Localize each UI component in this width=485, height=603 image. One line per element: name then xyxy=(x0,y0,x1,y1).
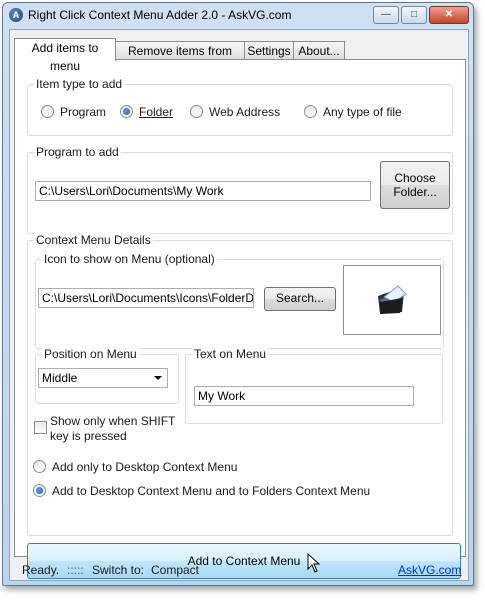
program-path-input[interactable]: C:\Users\Lori\Documents\My Work xyxy=(35,181,371,201)
item-type-group: Item type to add Program Folder Web Addr… xyxy=(27,77,453,136)
minimize-button[interactable]: — xyxy=(373,6,399,24)
radio-program-label: Program xyxy=(60,105,107,119)
tab-add-items[interactable]: Add items to menu xyxy=(14,38,116,73)
context-details-label: Context Menu Details xyxy=(34,233,153,247)
item-type-label: Item type to add xyxy=(34,77,125,91)
radio-circle xyxy=(33,460,46,473)
grip-handle[interactable]: ::::: xyxy=(67,563,84,577)
title-bar[interactable]: A Right Click Context Menu Adder 2.0 - A… xyxy=(3,3,473,29)
radio-desktop-only-label: Add only to Desktop Context Menu xyxy=(52,460,238,474)
folder-documents-icon xyxy=(378,285,407,314)
program-label: Program to add xyxy=(34,145,121,159)
tab-about[interactable]: About... xyxy=(293,41,345,60)
chevron-down-icon xyxy=(154,376,162,380)
radio-any-file-label: Any type of file xyxy=(323,105,402,119)
position-value: Middle xyxy=(42,371,78,385)
window-title: Right Click Context Menu Adder 2.0 - Ask… xyxy=(28,8,292,22)
position-dropdown[interactable]: Middle xyxy=(38,368,168,388)
radio-web-address-label: Web Address xyxy=(209,105,281,119)
shift-label-line1: Show only when SHIFT xyxy=(50,414,176,428)
position-group: Position on Menu Middle xyxy=(35,347,179,404)
icon-group: Icon to show on Menu (optional) C:\Users… xyxy=(35,252,444,349)
askvg-link[interactable]: AskVG.com xyxy=(398,563,461,577)
icon-path-input[interactable]: C:\Users\Lori\Documents\Icons\FolderDocu xyxy=(38,288,254,308)
menu-text-input[interactable]: My Work xyxy=(194,386,414,406)
radio-any-file[interactable]: Any type of file xyxy=(304,105,402,119)
client-area: Add items to menu Remove items from menu… xyxy=(9,29,469,581)
maximize-icon: □ xyxy=(410,9,418,20)
icon-preview xyxy=(343,265,441,335)
shift-checkbox-label: Show only when SHIFT key is pressed xyxy=(50,414,175,444)
compact-mode-link[interactable]: Compact xyxy=(151,563,199,577)
app-window: A Right Click Context Menu Adder 2.0 - A… xyxy=(2,2,474,586)
choose-folder-line1: Choose xyxy=(394,171,436,185)
maximize-button[interactable]: □ xyxy=(401,6,427,24)
close-icon: ✕ xyxy=(444,9,454,20)
icon-group-label: Icon to show on Menu (optional) xyxy=(42,252,217,266)
mouse-cursor-icon xyxy=(307,553,321,573)
shift-checkbox[interactable] xyxy=(34,421,47,434)
tab-remove-items[interactable]: Remove items from menu xyxy=(115,41,245,76)
radio-circle xyxy=(190,105,203,118)
askvg-logo-icon: A xyxy=(9,8,23,22)
minimize-icon: — xyxy=(381,9,391,20)
choose-folder-button[interactable]: Choose Folder... xyxy=(380,161,450,209)
radio-folder[interactable]: Folder xyxy=(120,105,173,119)
radio-circle xyxy=(41,105,54,118)
status-ready: Ready. xyxy=(22,563,60,577)
radio-web-address[interactable]: Web Address xyxy=(190,105,280,119)
radio-desktop-and-folders[interactable]: Add to Desktop Context Menu and to Folde… xyxy=(33,484,370,498)
radio-desktop-and-folders-label: Add to Desktop Context Menu and to Folde… xyxy=(52,484,371,498)
search-icon-button[interactable]: Search... xyxy=(264,287,336,311)
choose-folder-line2: Folder... xyxy=(393,185,437,199)
shift-label-line2: key is pressed xyxy=(50,429,127,443)
text-group: Text on Menu My Work xyxy=(185,347,443,424)
tab-settings[interactable]: Settings xyxy=(244,41,294,60)
add-items-panel: Item type to add Program Folder Web Addr… xyxy=(14,59,466,579)
radio-folder-label: Folder xyxy=(139,105,174,119)
radio-program[interactable]: Program xyxy=(41,105,106,119)
context-details-group: Context Menu Details Icon to show on Men… xyxy=(27,233,453,536)
program-group: Program to add C:\Users\Lori\Documents\M… xyxy=(27,145,453,234)
switch-to-label: Switch to: xyxy=(92,563,145,577)
close-button[interactable]: ✕ xyxy=(429,6,469,24)
radio-circle-selected xyxy=(120,105,133,118)
text-label: Text on Menu xyxy=(192,347,269,361)
position-label: Position on Menu xyxy=(42,347,139,361)
radio-desktop-only[interactable]: Add only to Desktop Context Menu xyxy=(33,460,237,474)
radio-circle xyxy=(304,105,317,118)
radio-circle-selected xyxy=(33,484,46,497)
